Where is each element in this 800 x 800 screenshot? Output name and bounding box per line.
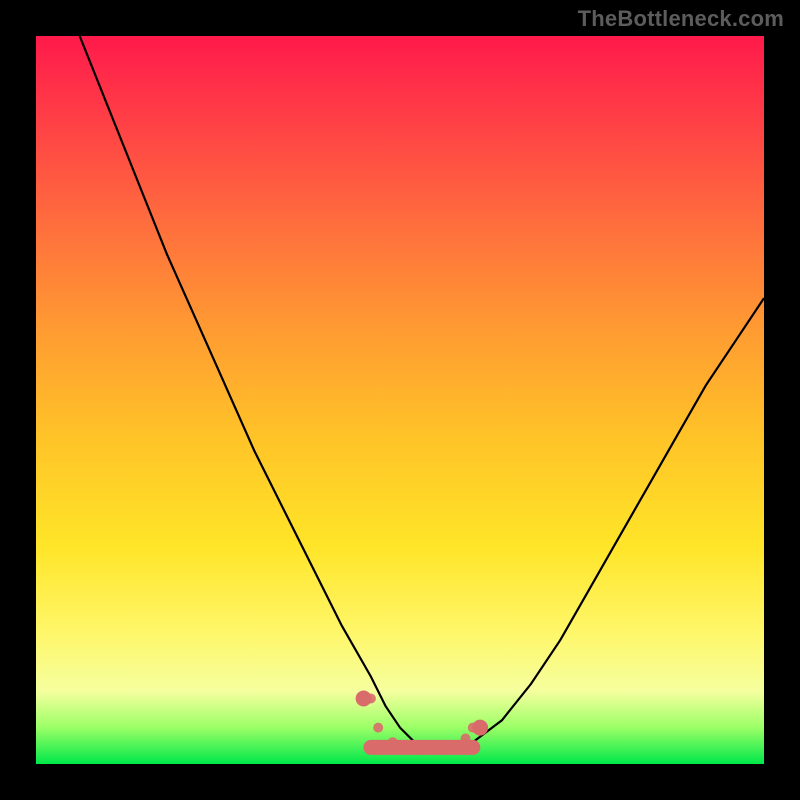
- optimal-range-dot: [402, 744, 412, 754]
- bottleneck-curve: [80, 36, 764, 749]
- optimal-range-dot: [373, 723, 383, 733]
- plot-area: [36, 36, 764, 764]
- optimal-range-dot: [366, 694, 376, 704]
- optimal-range-dot: [468, 723, 478, 733]
- watermark-text: TheBottleneck.com: [578, 6, 784, 32]
- optimal-range-dot: [388, 737, 398, 747]
- optimal-range-dot: [417, 744, 427, 754]
- optimal-range-markers: [356, 691, 489, 755]
- optimal-range-dot: [431, 744, 441, 754]
- optimal-range-dot: [446, 741, 456, 751]
- chart-frame: TheBottleneck.com: [0, 0, 800, 800]
- chart-svg: [36, 36, 764, 764]
- optimal-range-dot: [461, 734, 471, 744]
